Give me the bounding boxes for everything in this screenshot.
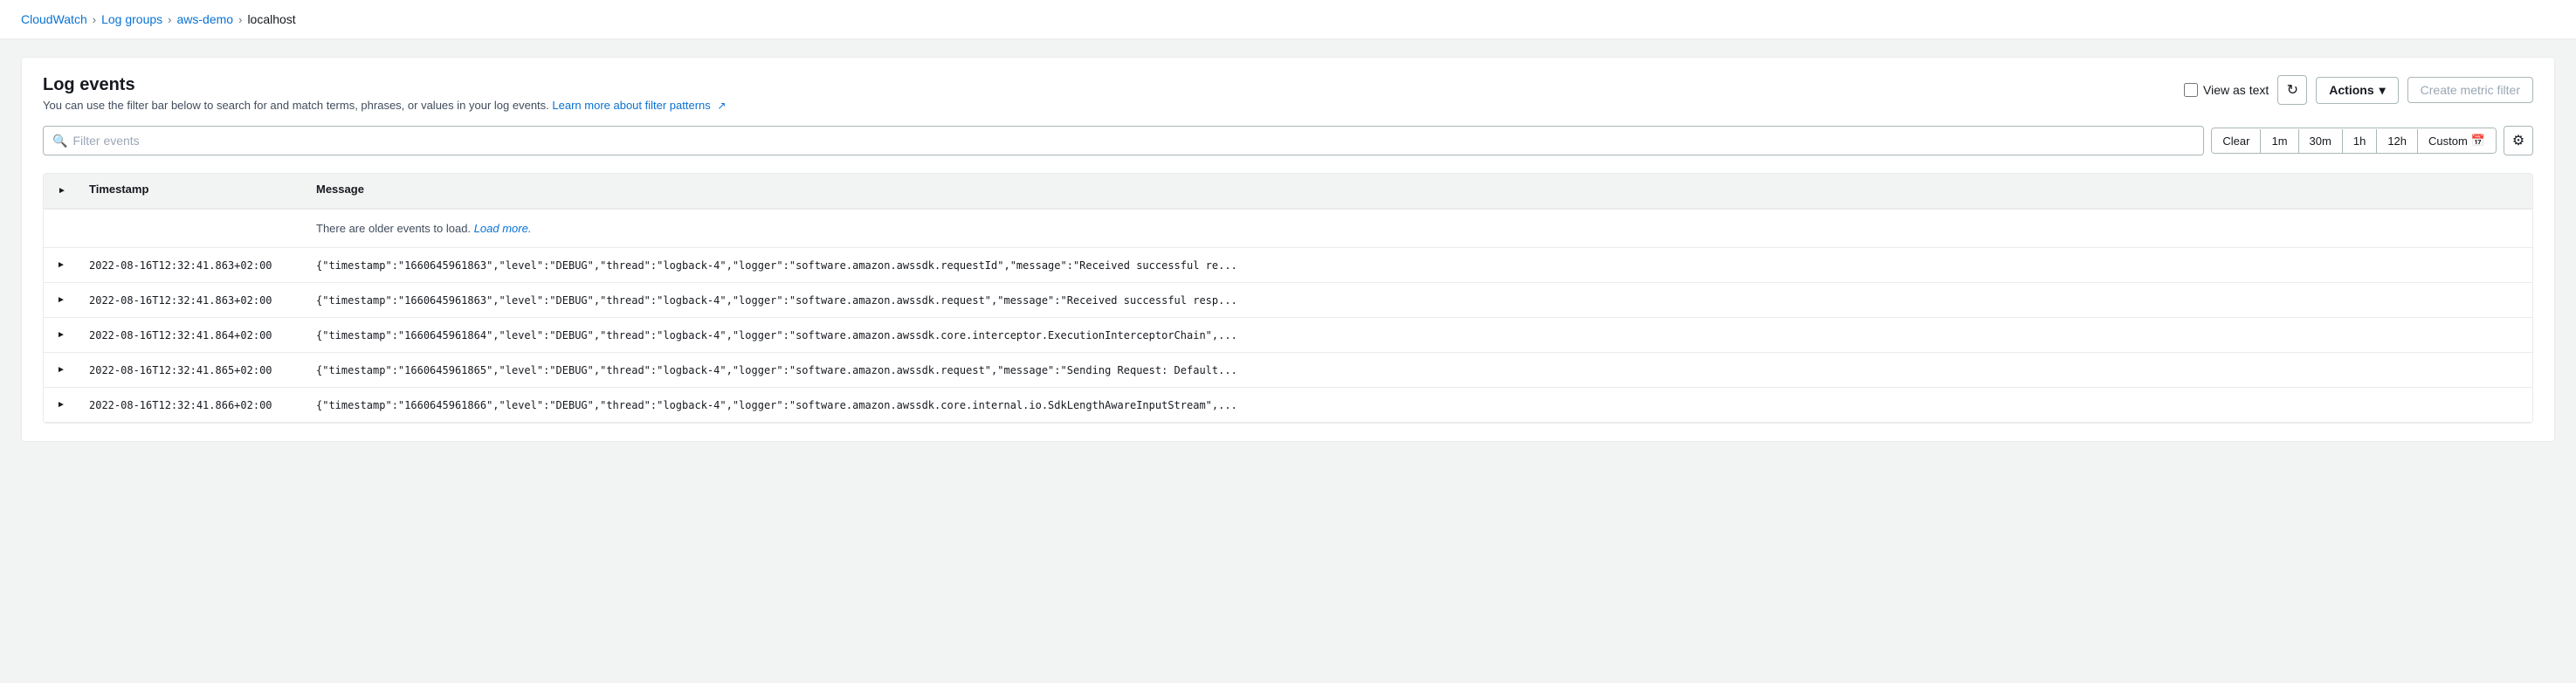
th-expand: ► [44, 183, 79, 199]
search-input-wrapper: 🔍 [43, 126, 2204, 155]
row-timestamp-0: 2022-08-16T12:32:41.863+02:00 [79, 248, 306, 282]
page-header-left: Log events You can use the filter bar be… [43, 75, 726, 112]
expand-row-4-button[interactable]: ► [53, 397, 69, 413]
main-panel: Log events You can use the filter bar be… [21, 57, 2555, 442]
filter-bar: 🔍 Clear 1m 30m 1h 12h Custom 📅 ⚙ [43, 126, 2533, 155]
table-row: ► 2022-08-16T12:32:41.865+02:00 {"timest… [44, 353, 2532, 388]
row-timestamp-2: 2022-08-16T12:32:41.864+02:00 [79, 318, 306, 352]
row-timestamp-3: 2022-08-16T12:32:41.865+02:00 [79, 353, 306, 387]
time-btn-12h[interactable]: 12h [2377, 129, 2418, 153]
custom-label: Custom [2428, 135, 2468, 148]
table-row: ► 2022-08-16T12:32:41.866+02:00 {"timest… [44, 388, 2532, 423]
row-timestamp-4: 2022-08-16T12:32:41.866+02:00 [79, 388, 306, 422]
time-btn-clear[interactable]: Clear [2212, 129, 2261, 153]
log-events-table: ► Timestamp Message There are older even… [43, 173, 2533, 424]
actions-dropdown-icon: ▾ [2380, 83, 2386, 98]
page-header: Log events You can use the filter bar be… [43, 75, 2533, 112]
settings-button[interactable]: ⚙ [2504, 126, 2533, 155]
row-expand-4: ► [44, 388, 79, 422]
expand-row-1-button[interactable]: ► [53, 292, 69, 308]
view-as-text-label[interactable]: View as text [2203, 83, 2269, 97]
breadcrumb-sep-1: › [93, 13, 96, 26]
th-message: Message [306, 183, 2532, 199]
time-filter-group: Clear 1m 30m 1h 12h Custom 📅 [2211, 128, 2497, 154]
expand-row-3-button[interactable]: ► [53, 362, 69, 378]
expand-row-2-button[interactable]: ► [53, 327, 69, 343]
page-title: Log events [43, 75, 726, 95]
load-more-text: There are older events to load. [316, 222, 471, 235]
breadcrumb-current: localhost [247, 12, 295, 26]
table-row: ► 2022-08-16T12:32:41.863+02:00 {"timest… [44, 248, 2532, 283]
learn-more-link[interactable]: Learn more about filter patterns ↗ [552, 99, 726, 112]
external-link-icon: ↗ [717, 100, 726, 112]
breadcrumb-log-groups[interactable]: Log groups [101, 12, 162, 26]
row-message-4: {"timestamp":"1660645961866","level":"DE… [306, 388, 2532, 422]
breadcrumb-cloudwatch[interactable]: CloudWatch [21, 12, 87, 26]
expand-row-0-button[interactable]: ► [53, 257, 69, 273]
view-as-text-checkbox[interactable] [2184, 83, 2198, 97]
row-message-1: {"timestamp":"1660645961863","level":"DE… [306, 283, 2532, 317]
search-icon: 🔍 [52, 134, 67, 148]
load-more-row: There are older events to load. Load mor… [44, 210, 2532, 248]
table-row: ► 2022-08-16T12:32:41.863+02:00 {"timest… [44, 283, 2532, 318]
actions-button[interactable]: Actions ▾ [2316, 77, 2398, 104]
breadcrumb-aws-demo[interactable]: aws-demo [177, 12, 234, 26]
search-input[interactable] [72, 134, 2194, 148]
row-message-0: {"timestamp":"1660645961863","level":"DE… [306, 248, 2532, 282]
time-btn-30m[interactable]: 30m [2299, 129, 2343, 153]
table-header: ► Timestamp Message [44, 174, 2532, 210]
calendar-icon: 📅 [2471, 134, 2485, 148]
time-btn-1m[interactable]: 1m [2261, 129, 2298, 153]
row-expand-2: ► [44, 318, 79, 352]
actions-label: Actions [2329, 83, 2373, 97]
load-more-link[interactable]: Load more. [474, 222, 532, 235]
row-message-2: {"timestamp":"1660645961864","level":"DE… [306, 318, 2532, 352]
view-as-text-group: View as text [2184, 83, 2269, 97]
refresh-icon: ↻ [2287, 81, 2298, 99]
settings-icon: ⚙ [2512, 132, 2524, 149]
row-message-3: {"timestamp":"1660645961865","level":"DE… [306, 353, 2532, 387]
table-row: ► 2022-08-16T12:32:41.864+02:00 {"timest… [44, 318, 2532, 353]
expand-all-button[interactable]: ► [54, 183, 70, 199]
row-timestamp-1: 2022-08-16T12:32:41.863+02:00 [79, 283, 306, 317]
breadcrumb-sep-2: › [168, 13, 171, 26]
row-expand-0: ► [44, 248, 79, 282]
page-header-right: View as text ↻ Actions ▾ Create metric f… [2184, 75, 2533, 105]
refresh-button[interactable]: ↻ [2277, 75, 2307, 105]
breadcrumb-sep-3: › [238, 13, 242, 26]
row-expand-1: ► [44, 283, 79, 317]
time-btn-1h[interactable]: 1h [2343, 129, 2377, 153]
page-description: You can use the filter bar below to sear… [43, 99, 726, 112]
create-metric-filter-button[interactable]: Create metric filter [2407, 77, 2533, 103]
row-expand-3: ► [44, 353, 79, 387]
time-btn-custom[interactable]: Custom 📅 [2418, 128, 2496, 153]
th-timestamp: Timestamp [79, 183, 306, 199]
breadcrumb: CloudWatch › Log groups › aws-demo › loc… [0, 0, 2576, 39]
